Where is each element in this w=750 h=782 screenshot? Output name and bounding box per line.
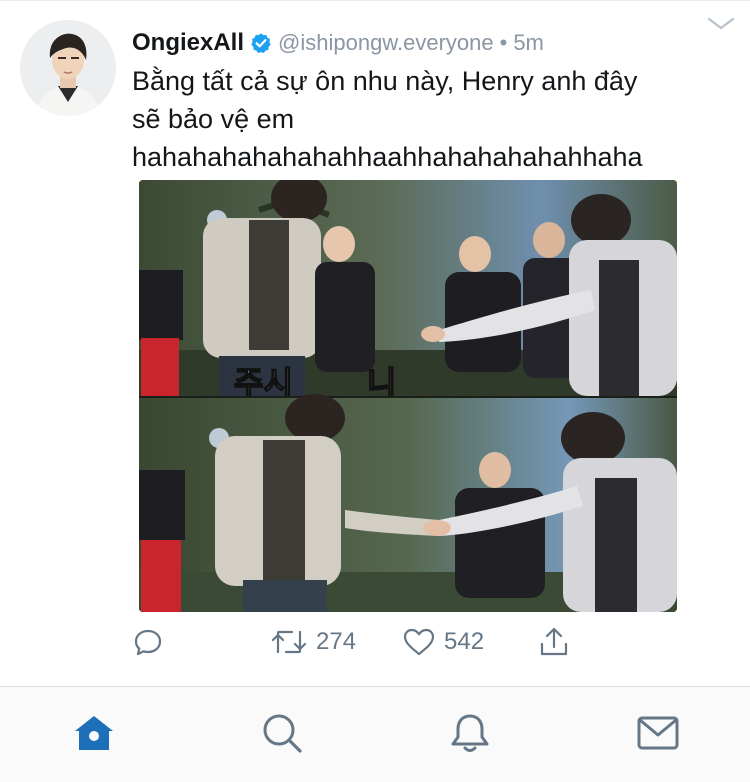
retweet-button[interactable]: 274	[270, 620, 356, 664]
tweet-media-image[interactable]: 주시 니	[139, 180, 677, 612]
media-frame-top: 주시 니	[139, 180, 677, 403]
timestamp[interactable]: 5m	[513, 30, 544, 56]
tweet-header: OngiexAll @ishipongw.everyone • 5m	[132, 27, 544, 59]
retweet-count: 274	[316, 628, 357, 655]
reply-button[interactable]	[132, 620, 172, 664]
messages-icon	[637, 716, 679, 750]
chevron-down-icon[interactable]	[706, 14, 736, 34]
like-button[interactable]: 542	[402, 620, 484, 664]
header-separator: •	[499, 30, 508, 55]
heart-icon	[403, 628, 435, 656]
bottom-tab-bar	[0, 687, 750, 782]
verified-badge-icon	[251, 33, 271, 53]
home-icon	[75, 716, 113, 750]
like-count: 542	[444, 628, 485, 655]
media-frame-divider	[139, 396, 677, 398]
top-divider	[0, 0, 750, 1]
share-button[interactable]	[538, 620, 570, 664]
avatar[interactable]	[20, 20, 116, 116]
tab-notifications[interactable]	[446, 709, 494, 757]
tab-search[interactable]	[258, 709, 306, 757]
reply-icon	[134, 629, 162, 656]
tweet-text-line: hahahahahahahahhaahhahahahahahhaha	[132, 142, 643, 172]
tweet-text-line: sẽ bảo vệ em	[132, 104, 295, 134]
media-frame-bottom	[139, 394, 677, 612]
display-name[interactable]: OngiexAll	[132, 29, 244, 57]
tab-home[interactable]	[70, 709, 118, 757]
tweet-actions: 274 542	[0, 620, 750, 664]
retweet-icon	[271, 630, 307, 654]
notifications-icon	[451, 714, 489, 752]
tab-messages[interactable]	[634, 709, 682, 757]
tweet-text: Bằng tất cả sự ôn nhu này, Henry anh đây…	[132, 62, 732, 176]
share-icon	[540, 627, 568, 656]
tweet-text-line: Bằng tất cả sự ôn nhu này, Henry anh đây	[132, 66, 638, 96]
search-icon	[263, 714, 302, 753]
user-handle[interactable]: @ishipongw.everyone	[278, 30, 494, 56]
